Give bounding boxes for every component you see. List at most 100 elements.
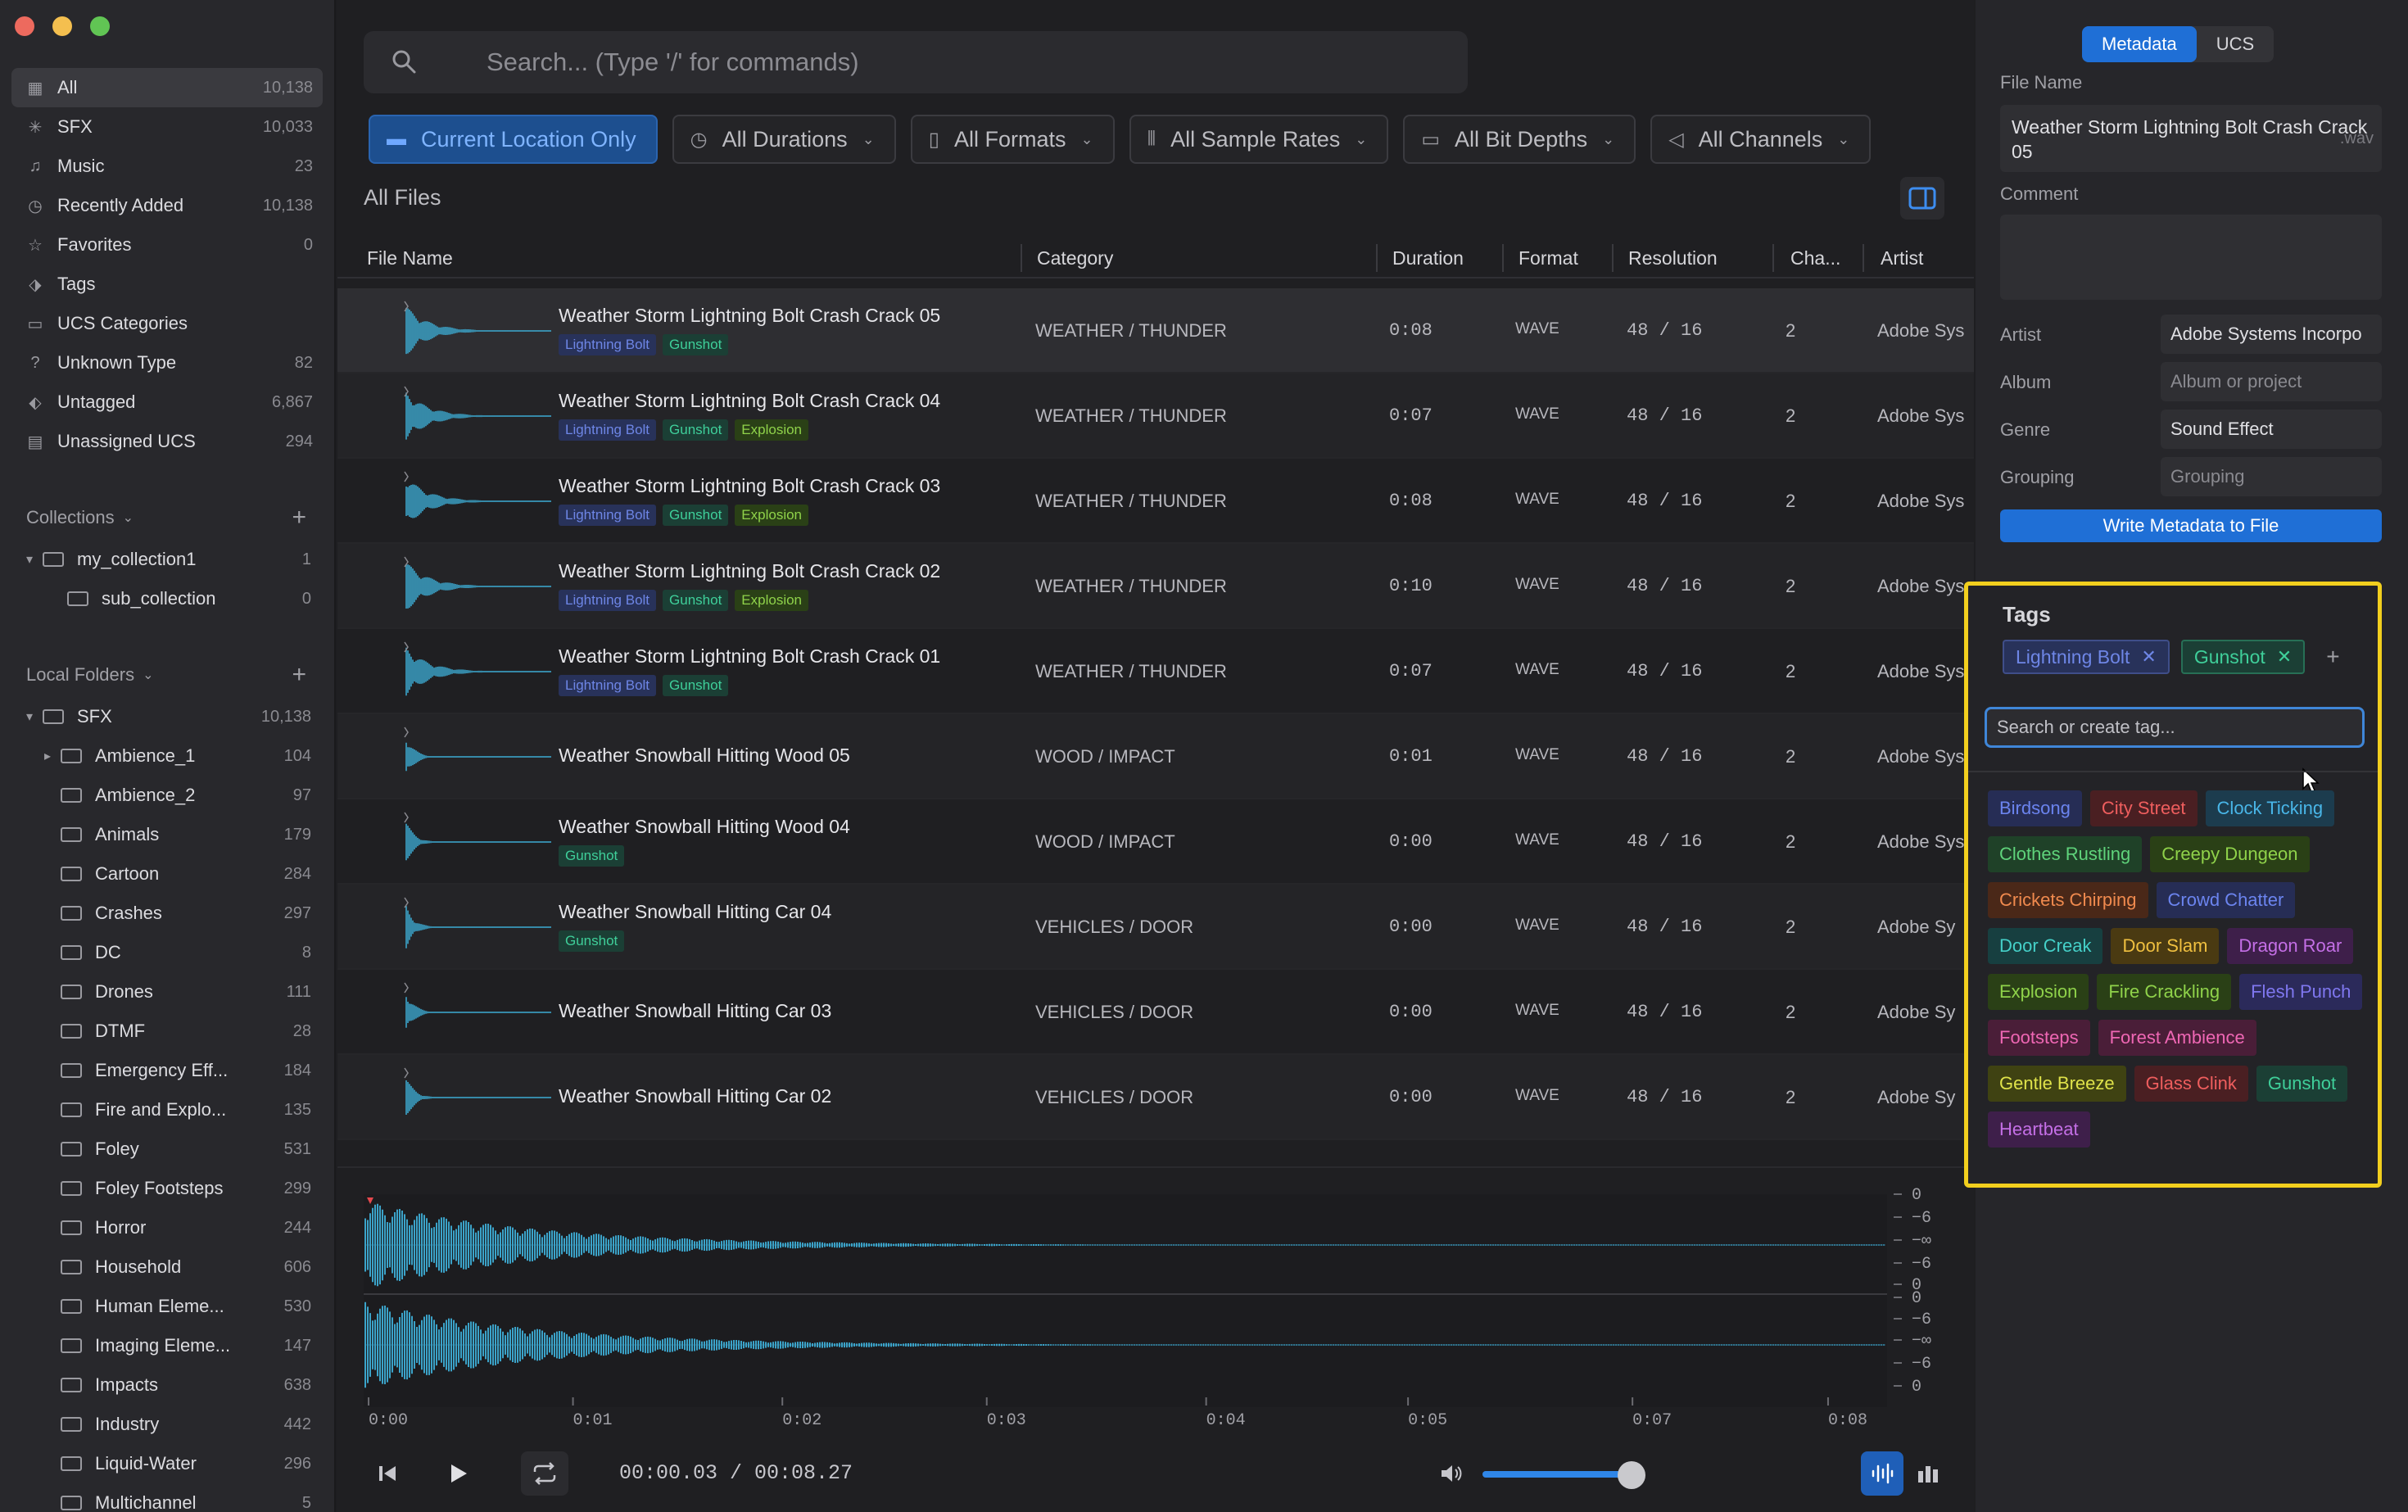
genre-field[interactable]: Sound Effect [2161, 410, 2382, 449]
table-row[interactable]: Weather Snowball Hitting Wood 05 WOOD / I… [337, 714, 1974, 799]
sidebar-item-music[interactable]: ♫ Music 23 [11, 147, 323, 186]
sidebar-item-unknown-type[interactable]: ? Unknown Type 82 [11, 343, 323, 383]
column-header-duration[interactable]: Duration [1392, 247, 1464, 269]
tag-option-gentle-breeze[interactable]: Gentle Breeze [1988, 1066, 2126, 1102]
filter-all-sample-rates[interactable]: ⦀ All Sample Rates ⌄ [1129, 115, 1389, 164]
folder-item[interactable]: Ambience_2 97 [26, 776, 311, 815]
tag-option-door-slam[interactable]: Door Slam [2111, 928, 2220, 964]
table-row[interactable]: Weather Storm Lightning Bolt Crash Crack… [337, 288, 1974, 373]
volume-button[interactable] [1428, 1451, 1476, 1496]
filter-current-location-only[interactable]: ▬ Current Location Only [369, 115, 658, 164]
waveform-display[interactable]: 0:00 0:01 0:02 0:03 0:04 0:05 0:07 0:08 0 −6 −∞ −6 0… [337, 1183, 1974, 1428]
grouping-field[interactable]: Grouping [2161, 457, 2382, 496]
folder-item[interactable]: Foley Footsteps 299 [26, 1169, 311, 1208]
album-field[interactable]: Album or project [2161, 362, 2382, 401]
tag-option-flesh-punch[interactable]: Flesh Punch [2239, 974, 2363, 1010]
folder-item[interactable]: Household 606 [26, 1247, 311, 1287]
skip-back-button[interactable] [364, 1451, 411, 1496]
volume-knob[interactable] [1618, 1461, 1646, 1489]
file-name-field[interactable]: Weather Storm Lightning Bolt Crash Crack… [2000, 105, 2382, 172]
collection-item[interactable]: sub_collection 0 [26, 579, 311, 618]
tag-search-input[interactable] [1987, 709, 2362, 745]
close-window-button[interactable] [15, 16, 34, 36]
folder-item[interactable]: Liquid-Water 296 [26, 1444, 311, 1483]
table-row[interactable]: Weather Storm Lightning Bolt Crash Crack… [337, 459, 1974, 544]
search-input[interactable] [487, 31, 1453, 93]
local-folders-header[interactable]: Local Folders ⌄ + [26, 659, 311, 691]
tab-metadata[interactable]: Metadata [2082, 26, 2197, 62]
add-collection-button[interactable]: + [292, 504, 306, 532]
loop-button[interactable] [521, 1451, 568, 1496]
column-header-cha[interactable]: Cha... [1790, 247, 1840, 269]
tab-ucs[interactable]: UCS [2197, 26, 2274, 62]
column-divider[interactable] [1376, 244, 1378, 272]
column-header-file-name[interactable]: File Name [367, 247, 453, 269]
folder-item[interactable]: Imaging Eleme... 147 [26, 1326, 311, 1365]
column-header-resolution[interactable]: Resolution [1628, 247, 1718, 269]
tag-option-city-street[interactable]: City Street [2089, 790, 2198, 826]
add-folder-button[interactable]: + [292, 661, 306, 689]
tag-option-footsteps[interactable]: Footsteps [1988, 1020, 2090, 1056]
folder-item[interactable]: Emergency Eff... 184 [26, 1051, 311, 1090]
folder-item[interactable]: Multichannel 5 [26, 1483, 311, 1512]
artist-field[interactable]: Adobe Systems Incorpo [2161, 315, 2382, 354]
table-row[interactable]: Weather Storm Lightning Bolt Crash Crack… [337, 544, 1974, 629]
close-icon[interactable]: ✕ [2141, 646, 2156, 668]
tag-option-birdsong[interactable]: Birdsong [1988, 790, 2082, 826]
tag-option-forest-ambience[interactable]: Forest Ambience [2098, 1020, 2256, 1056]
play-button[interactable] [434, 1451, 482, 1496]
sidebar-item-untagged[interactable]: ⬖ Untagged 6,867 [11, 383, 323, 422]
sidebar-item-ucs-categories[interactable]: ▭ UCS Categories [11, 304, 323, 343]
sidebar-item-unassigned-ucs[interactable]: ▤ Unassigned UCS 294 [11, 422, 323, 461]
spectrum-view-button[interactable] [1907, 1451, 1949, 1496]
tag-option-glass-clink[interactable]: Glass Clink [2134, 1066, 2248, 1102]
column-header-artist[interactable]: Artist [1881, 247, 1923, 269]
close-icon[interactable]: ✕ [2277, 646, 2292, 668]
folder-item[interactable]: DTMF 28 [26, 1012, 311, 1051]
table-row[interactable]: Weather Storm Lightning Bolt Crash Crack… [337, 373, 1974, 459]
folder-item[interactable]: Foley 531 [26, 1129, 311, 1169]
minimize-window-button[interactable] [52, 16, 72, 36]
folder-item[interactable]: Drones 111 [26, 972, 311, 1012]
folder-item-sfx[interactable]: ▾ SFX 10,138 [26, 697, 311, 736]
write-metadata-button[interactable]: Write Metadata to File [2000, 509, 2382, 542]
folder-item[interactable]: DC 8 [26, 933, 311, 972]
column-divider[interactable] [1772, 244, 1774, 272]
table-row[interactable]: Weather Snowball Hitting Wood 04 Gunshot W… [337, 799, 1974, 885]
filter-all-bit-depths[interactable]: ▭ All Bit Depths ⌄ [1403, 115, 1636, 164]
zoom-window-button[interactable] [90, 16, 110, 36]
column-divider[interactable] [1502, 244, 1504, 272]
tag-option-explosion[interactable]: Explosion [1988, 974, 2089, 1010]
waveform-view-button[interactable] [1861, 1451, 1903, 1496]
column-divider[interactable] [1021, 244, 1022, 272]
tag-option-clothes-rustling[interactable]: Clothes Rustling [1988, 836, 2143, 872]
sidebar-item-tags[interactable]: ⬗ Tags [11, 265, 323, 304]
collections-header[interactable]: Collections ⌄ + [26, 501, 311, 534]
tag-option-dragon-roar[interactable]: Dragon Roar [2227, 928, 2354, 964]
tag-option-clock-ticking[interactable]: Clock Ticking [2205, 790, 2335, 826]
sidebar-item-all[interactable]: ▦ All 10,138 [11, 68, 323, 107]
add-tag-button[interactable]: + [2326, 644, 2339, 670]
folder-item[interactable]: Human Eleme... 530 [26, 1287, 311, 1326]
folder-item[interactable]: Horror 244 [26, 1208, 311, 1247]
volume-slider[interactable] [1482, 1461, 1646, 1489]
folder-item[interactable]: Crashes 297 [26, 894, 311, 933]
tag-option-crickets-chirping[interactable]: Crickets Chirping [1988, 882, 2148, 918]
folder-item[interactable]: Impacts 638 [26, 1365, 311, 1405]
folder-item[interactable]: Industry 442 [26, 1405, 311, 1444]
tag-chip-gunshot[interactable]: Gunshot ✕ [2180, 640, 2306, 674]
filter-all-durations[interactable]: ◷ All Durations ⌄ [672, 115, 896, 164]
tag-option-heartbeat[interactable]: Heartbeat [1988, 1111, 2090, 1148]
tag-option-gunshot[interactable]: Gunshot [2256, 1066, 2348, 1102]
tag-option-creepy-dungeon[interactable]: Creepy Dungeon [2150, 836, 2310, 872]
column-divider[interactable] [1612, 244, 1614, 272]
tag-chip-lightning-bolt[interactable]: Lightning Bolt ✕ [2003, 640, 2170, 674]
filter-all-channels[interactable]: ◁ All Channels ⌄ [1650, 115, 1872, 164]
filter-all-formats[interactable]: ▯ All Formats ⌄ [910, 115, 1115, 164]
toggle-panel-button[interactable] [1900, 177, 1944, 220]
column-header-format[interactable]: Format [1519, 247, 1578, 269]
tag-option-fire-crackling[interactable]: Fire Crackling [2097, 974, 2232, 1010]
search-bar[interactable] [364, 31, 1468, 93]
folder-item[interactable]: Fire and Explo... 135 [26, 1090, 311, 1129]
tag-option-door-creak[interactable]: Door Creak [1988, 928, 2103, 964]
